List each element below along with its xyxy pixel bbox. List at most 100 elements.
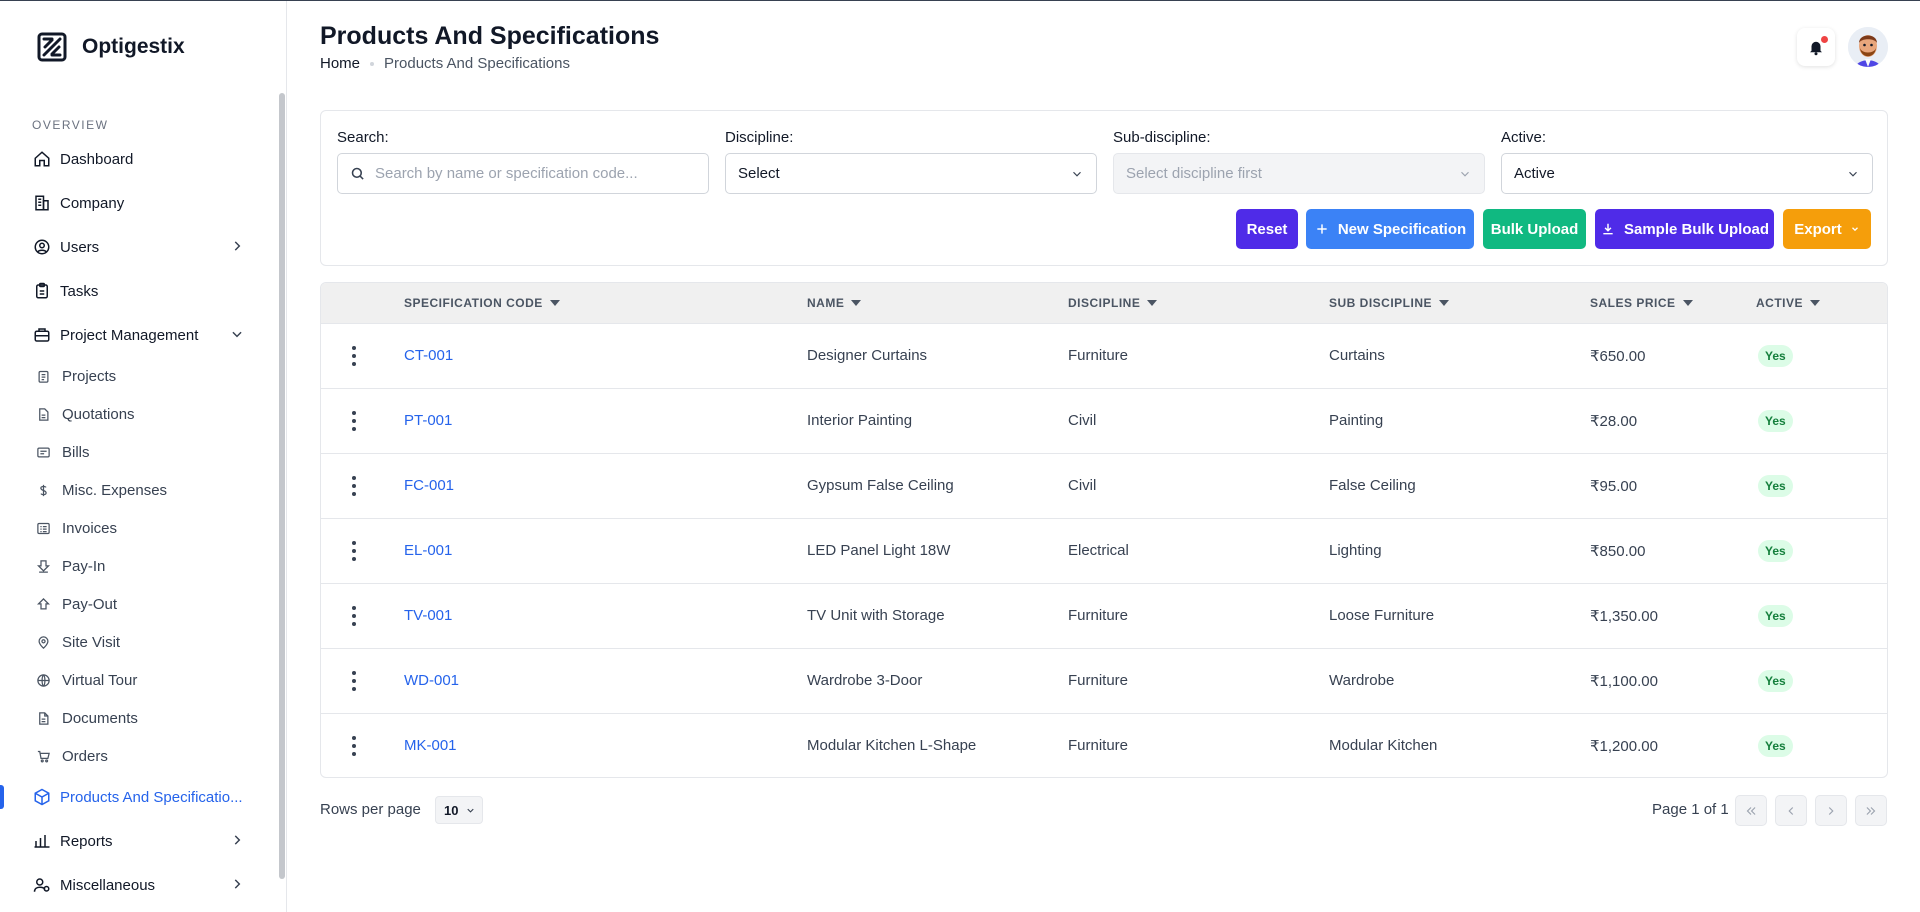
column-header-name[interactable]: NAME (807, 296, 862, 310)
sidebar-subitem-label: Projects (62, 367, 117, 385)
column-header-sales-price[interactable]: SALES PRICE (1590, 296, 1693, 310)
table-row: EL-001 LED Panel Light 18W Electrical Li… (321, 518, 1887, 583)
row-actions-menu-icon[interactable] (351, 411, 357, 431)
user-circle-icon (32, 237, 52, 257)
sidebar-subitem-virtual-tour[interactable]: Virtual Tour (0, 661, 278, 699)
export-button[interactable]: Export (1783, 209, 1871, 249)
cell-name: LED Panel Light 18W (807, 542, 951, 559)
bulk-upload-button[interactable]: Bulk Upload (1483, 209, 1586, 249)
cell-discipline: Furniture (1068, 607, 1129, 624)
column-header-label: ACTIVE (1756, 296, 1804, 310)
brand[interactable]: Optigestix (36, 31, 185, 63)
cell-specification-code[interactable]: FC-001 (404, 477, 454, 494)
reset-button[interactable]: Reset (1236, 209, 1298, 249)
column-header-sub-discipline[interactable]: SUB DISCIPLINE (1329, 296, 1450, 310)
sample-bulk-upload-button[interactable]: Sample Bulk Upload (1595, 209, 1774, 249)
sidebar-subitem-bills[interactable]: Bills (0, 433, 278, 471)
sidebar-subitem-projects[interactable]: Projects (0, 357, 278, 395)
cell-sub-discipline: Painting (1329, 412, 1384, 429)
cell-sales-price: ₹95.00 (1590, 478, 1638, 495)
briefcase-icon (32, 325, 52, 345)
cell-name: TV Unit with Storage (807, 607, 945, 624)
cart-icon (34, 747, 52, 765)
first-page-button[interactable] (1735, 795, 1767, 826)
sidebar-item-reports[interactable]: Reports (0, 819, 278, 863)
chevron-down-icon (467, 808, 474, 813)
sidebar-subitem-misc-expenses[interactable]: Misc. Expenses (0, 471, 278, 509)
sidebar-subitem-pay-out[interactable]: Pay-Out (0, 585, 278, 623)
cell-sub-discipline: Loose Furniture (1329, 607, 1435, 624)
previous-page-button[interactable] (1775, 795, 1807, 826)
active-select[interactable]: Active (1501, 153, 1873, 194)
sidebar-item-miscellaneous[interactable]: Miscellaneous (0, 863, 278, 907)
discipline-select[interactable]: Select (725, 153, 1097, 194)
download-icon (1600, 221, 1616, 237)
search-input[interactable] (375, 165, 695, 182)
last-page-button[interactable] (1855, 795, 1887, 826)
brand-name: Optigestix (82, 35, 185, 58)
row-actions-menu-icon[interactable] (351, 606, 357, 626)
breadcrumb-home[interactable]: Home (320, 55, 360, 72)
row-actions-menu-icon[interactable] (351, 736, 357, 756)
sidebar-subitem-pay-in[interactable]: Pay-In (0, 547, 278, 585)
sidebar-scrollbar[interactable] (279, 93, 285, 879)
next-page-button[interactable] (1815, 795, 1847, 826)
notification-dot (1821, 36, 1828, 43)
sidebar-subitem-documents[interactable]: Documents (0, 699, 278, 737)
search-field[interactable] (337, 153, 709, 194)
avatar[interactable] (1848, 27, 1888, 67)
column-header-specification-code[interactable]: SPECIFICATION CODE (404, 296, 560, 310)
active-status-badge: Yes (1758, 410, 1793, 432)
sidebar-subitem-label: Site Visit (62, 633, 121, 651)
sidebar-subitem-label: Misc. Expenses (62, 481, 168, 499)
receipt-icon (34, 443, 52, 461)
row-actions-menu-icon[interactable] (351, 476, 357, 496)
cell-specification-code[interactable]: TV-001 (404, 607, 452, 624)
cell-sales-price: ₹28.00 (1590, 413, 1638, 430)
discipline-label: Discipline: (725, 129, 794, 146)
sidebar-item-label: Users (60, 238, 100, 256)
column-header-label: SPECIFICATION CODE (404, 296, 543, 310)
row-actions-menu-icon[interactable] (351, 346, 357, 366)
bulk-upload-label: Bulk Upload (1490, 220, 1579, 238)
sidebar-item-dashboard[interactable]: Dashboard (0, 137, 278, 181)
notifications-button[interactable] (1797, 28, 1835, 66)
sidebar-item-products-and-specifications[interactable]: Products And Specificatio... (0, 775, 278, 819)
new-specification-button[interactable]: New Specification (1306, 209, 1474, 249)
sidebar-item-company[interactable]: Company (0, 181, 278, 225)
cell-specification-code[interactable]: CT-001 (404, 347, 453, 364)
active-status-badge: Yes (1758, 540, 1793, 562)
sidebar-subitem-label: Documents (62, 709, 138, 727)
column-header-active[interactable]: ACTIVE (1756, 296, 1821, 310)
rows-per-page-select[interactable]: 10 (435, 796, 483, 824)
sidebar-item-project-management[interactable]: Project Management (0, 313, 278, 357)
sidebar-subitem-invoices[interactable]: Invoices (0, 509, 278, 547)
sidebar-item-tasks[interactable]: Tasks (0, 269, 278, 313)
cell-specification-code[interactable]: EL-001 (404, 542, 452, 559)
row-actions-menu-icon[interactable] (351, 671, 357, 691)
sample-bulk-upload-label: Sample Bulk Upload (1623, 220, 1770, 238)
cell-sub-discipline: Lighting (1329, 542, 1382, 559)
cell-name: Gypsum False Ceiling (807, 477, 954, 494)
cell-specification-code[interactable]: MK-001 (404, 737, 457, 754)
document-icon (34, 709, 52, 727)
row-actions-menu-icon[interactable] (351, 541, 357, 561)
active-status-badge: Yes (1758, 605, 1793, 627)
active-label: Active: (1501, 129, 1547, 146)
column-header-discipline[interactable]: DISCIPLINE (1068, 296, 1158, 310)
sidebar-subitem-orders[interactable]: Orders (0, 737, 278, 775)
cell-sub-discipline: Curtains (1329, 347, 1385, 364)
cell-specification-code[interactable]: WD-001 (404, 672, 459, 689)
column-header-label: SUB DISCIPLINE (1329, 296, 1433, 310)
sidebar-item-users[interactable]: Users (0, 225, 278, 269)
cell-sub-discipline: Wardrobe (1329, 672, 1395, 689)
sub-discipline-select[interactable]: Select discipline first (1113, 153, 1485, 194)
discipline-value: Select (738, 165, 780, 182)
cell-specification-code[interactable]: PT-001 (404, 412, 452, 429)
active-status-badge: Yes (1758, 670, 1793, 692)
chevron-right-icon (234, 835, 241, 845)
sidebar-subitem-site-visit[interactable]: Site Visit (0, 623, 278, 661)
nav-section-overview: OVERVIEW (32, 118, 109, 132)
sidebar-subitem-quotations[interactable]: Quotations (0, 395, 278, 433)
sidebar-subitem-label: Quotations (62, 405, 135, 423)
